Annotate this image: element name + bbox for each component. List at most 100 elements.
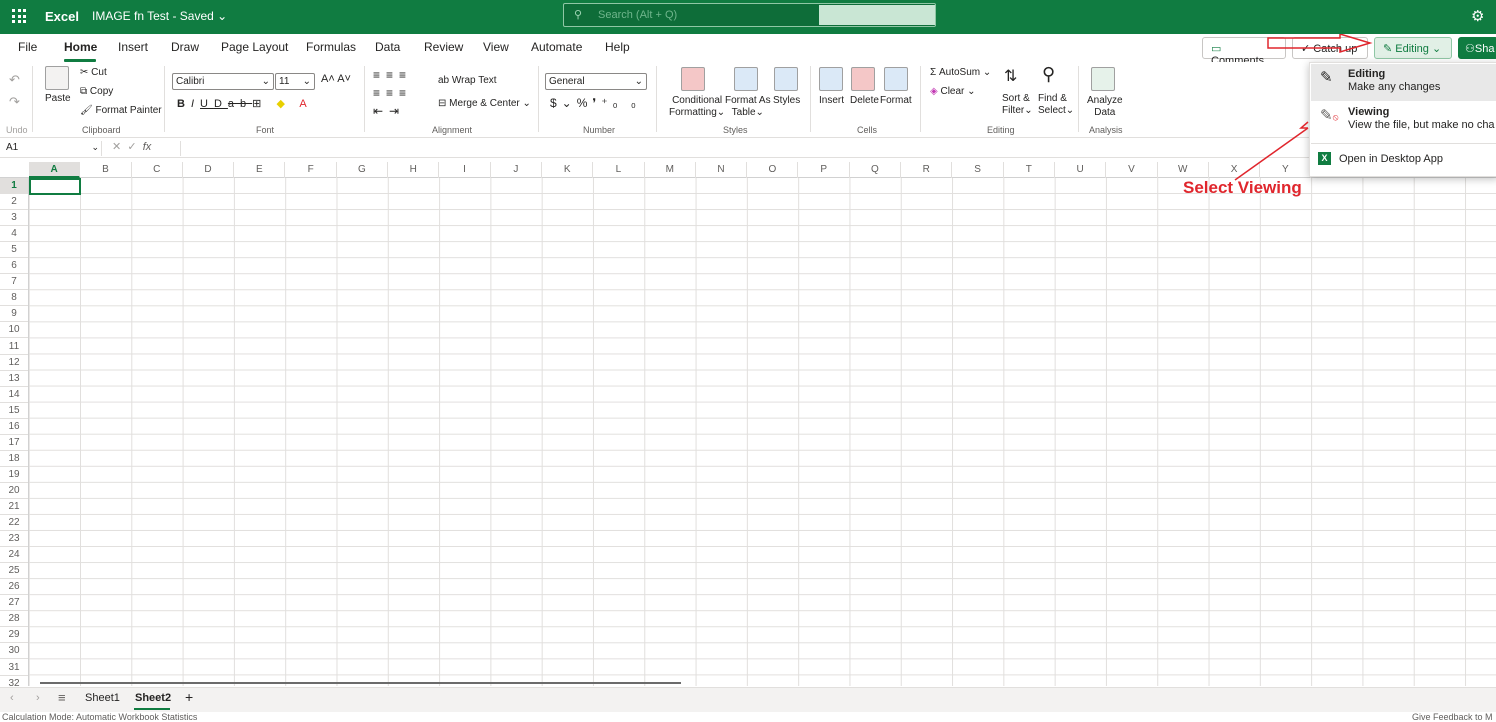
format-as-table-button[interactable]: Format As Table⌄ (725, 95, 771, 119)
delete-cells-icon[interactable] (851, 67, 875, 91)
row-header-19[interactable]: 19 (0, 467, 28, 483)
row-header-17[interactable]: 17 (0, 435, 28, 451)
column-header-s[interactable]: S (952, 162, 1004, 178)
column-header-h[interactable]: H (388, 162, 440, 178)
delete-cells-button[interactable]: Delete (850, 95, 879, 106)
cut-button[interactable]: ✂ Cut (80, 67, 107, 78)
tab-file[interactable]: File (18, 40, 37, 54)
row-header-26[interactable]: 26 (0, 579, 28, 596)
tab-home[interactable]: Home (64, 40, 97, 54)
format-as-table-icon[interactable] (734, 67, 758, 91)
row-header-29[interactable]: 29 (0, 627, 28, 644)
format-cells-icon[interactable] (884, 67, 908, 91)
column-header-m[interactable]: M (645, 162, 696, 178)
row-header-3[interactable]: 3 (0, 210, 28, 227)
undo-icon[interactable]: ↶ (9, 72, 20, 88)
cell-grid[interactable] (29, 178, 1496, 686)
tab-formulas[interactable]: Formulas (306, 40, 356, 54)
number-format-icons[interactable]: $⌄%❜⁺₀ ₀ (550, 96, 641, 110)
editing-mode-button[interactable]: ✎ Editing ⌄ (1374, 37, 1452, 59)
row-header-21[interactable]: 21 (0, 499, 28, 515)
column-header-d[interactable]: D (183, 162, 235, 178)
add-sheet-button[interactable]: + (185, 689, 193, 705)
prev-sheet-icon[interactable]: ‹ (10, 692, 14, 704)
tab-insert[interactable]: Insert (118, 40, 148, 54)
row-header-4[interactable]: 4 (0, 226, 28, 243)
row-header-10[interactable]: 10 (0, 322, 28, 339)
merge-center-button[interactable]: ⊟ Merge & Center ⌄ (438, 98, 531, 109)
row-header-24[interactable]: 24 (0, 547, 28, 564)
row-header-8[interactable]: 8 (0, 290, 28, 307)
name-box[interactable]: A1 ⌄ (4, 141, 102, 156)
insert-cells-icon[interactable] (819, 67, 843, 91)
column-header-e[interactable]: E (234, 162, 286, 178)
column-header-k[interactable]: K (542, 162, 594, 178)
row-header-27[interactable]: 27 (0, 595, 28, 612)
column-header-t[interactable]: T (1004, 162, 1055, 178)
find-select-button[interactable]: Find & Select⌄ (1038, 93, 1074, 117)
column-header-a[interactable]: A (29, 162, 81, 178)
find-magnifier-icon[interactable]: ⚲ (1042, 64, 1055, 85)
column-header-c[interactable]: C (132, 162, 183, 178)
analyze-data-button[interactable]: Analyze Data (1087, 95, 1123, 119)
wrap-text-button[interactable]: ab Wrap Text (438, 75, 497, 86)
horizontal-scrollbar[interactable] (40, 682, 681, 684)
paste-icon[interactable] (45, 66, 69, 90)
column-header-r[interactable]: R (901, 162, 953, 178)
font-size-select[interactable]: 11 ⌄ (275, 73, 315, 90)
search-box[interactable]: ⚲ Search (Alt + Q) (563, 3, 936, 27)
app-name[interactable]: Excel (45, 9, 79, 24)
column-header-b[interactable]: B (80, 162, 132, 178)
column-header-j[interactable]: J (491, 162, 542, 178)
font-name-select[interactable]: Calibri ⌄ (172, 73, 274, 90)
tab-page-layout[interactable]: Page Layout (221, 40, 288, 54)
font-style-buttons[interactable]: BIUDab⊞ ◆ A (177, 97, 313, 110)
analyze-data-icon[interactable] (1091, 67, 1115, 91)
row-header-12[interactable]: 12 (0, 355, 28, 371)
number-format-select[interactable]: General ⌄ (545, 73, 647, 90)
redo-icon[interactable]: ↷ (9, 94, 20, 110)
paste-button[interactable]: Paste (45, 93, 71, 104)
insert-cells-button[interactable]: Insert (819, 95, 844, 106)
tab-automate[interactable]: Automate (531, 40, 582, 54)
row-header-11[interactable]: 11 (0, 339, 28, 355)
check-icon[interactable]: ✓ (127, 141, 136, 153)
document-title[interactable]: IMAGE fn Test - Saved ⌄ (92, 9, 227, 23)
row-header-6[interactable]: 6 (0, 258, 28, 275)
row-header-7[interactable]: 7 (0, 274, 28, 291)
clear-button[interactable]: ◈ Clear ⌄ (930, 86, 976, 97)
settings-gear-icon[interactable]: ⚙ (1471, 7, 1484, 25)
column-header-i[interactable]: I (439, 162, 491, 178)
conditional-formatting-icon[interactable] (681, 67, 705, 91)
tab-data[interactable]: Data (375, 40, 400, 54)
row-header-30[interactable]: 30 (0, 643, 28, 660)
column-header-o[interactable]: O (747, 162, 799, 178)
row-header-25[interactable]: 25 (0, 563, 28, 580)
row-header-9[interactable]: 9 (0, 306, 28, 323)
row-header-16[interactable]: 16 (0, 419, 28, 435)
column-header-l[interactable]: L (593, 162, 645, 178)
row-header-1[interactable]: 1 (0, 178, 28, 194)
sheet-tab-sheet1[interactable]: Sheet1 (85, 692, 120, 704)
format-cells-button[interactable]: Format (880, 95, 912, 106)
alignment-icons[interactable]: ≡≡≡ ≡≡≡ ⇤⇥ (373, 66, 412, 120)
row-header-5[interactable]: 5 (0, 242, 28, 259)
conditional-formatting-button[interactable]: Conditional Formatting⌄ (669, 95, 725, 119)
column-header-u[interactable]: U (1055, 162, 1107, 178)
column-header-g[interactable]: G (337, 162, 389, 178)
cell-styles-icon[interactable] (774, 67, 798, 91)
tab-help[interactable]: Help (605, 40, 630, 54)
app-launcher-icon[interactable] (12, 9, 26, 23)
increase-font-size-icon[interactable]: A˄ A˅ (321, 73, 351, 85)
next-sheet-icon[interactable]: › (36, 692, 40, 704)
row-header-2[interactable]: 2 (0, 194, 28, 211)
column-header-p[interactable]: P (799, 162, 850, 178)
fx-icon[interactable]: fx (143, 141, 152, 153)
row-header-23[interactable]: 23 (0, 531, 28, 548)
autosum-button[interactable]: Σ AutoSum ⌄ (930, 67, 991, 78)
row-header-22[interactable]: 22 (0, 515, 28, 532)
column-header-n[interactable]: N (696, 162, 748, 178)
share-button[interactable]: ⚇Sha (1458, 37, 1496, 59)
row-header-31[interactable]: 31 (0, 660, 28, 676)
row-header-18[interactable]: 18 (0, 451, 28, 467)
